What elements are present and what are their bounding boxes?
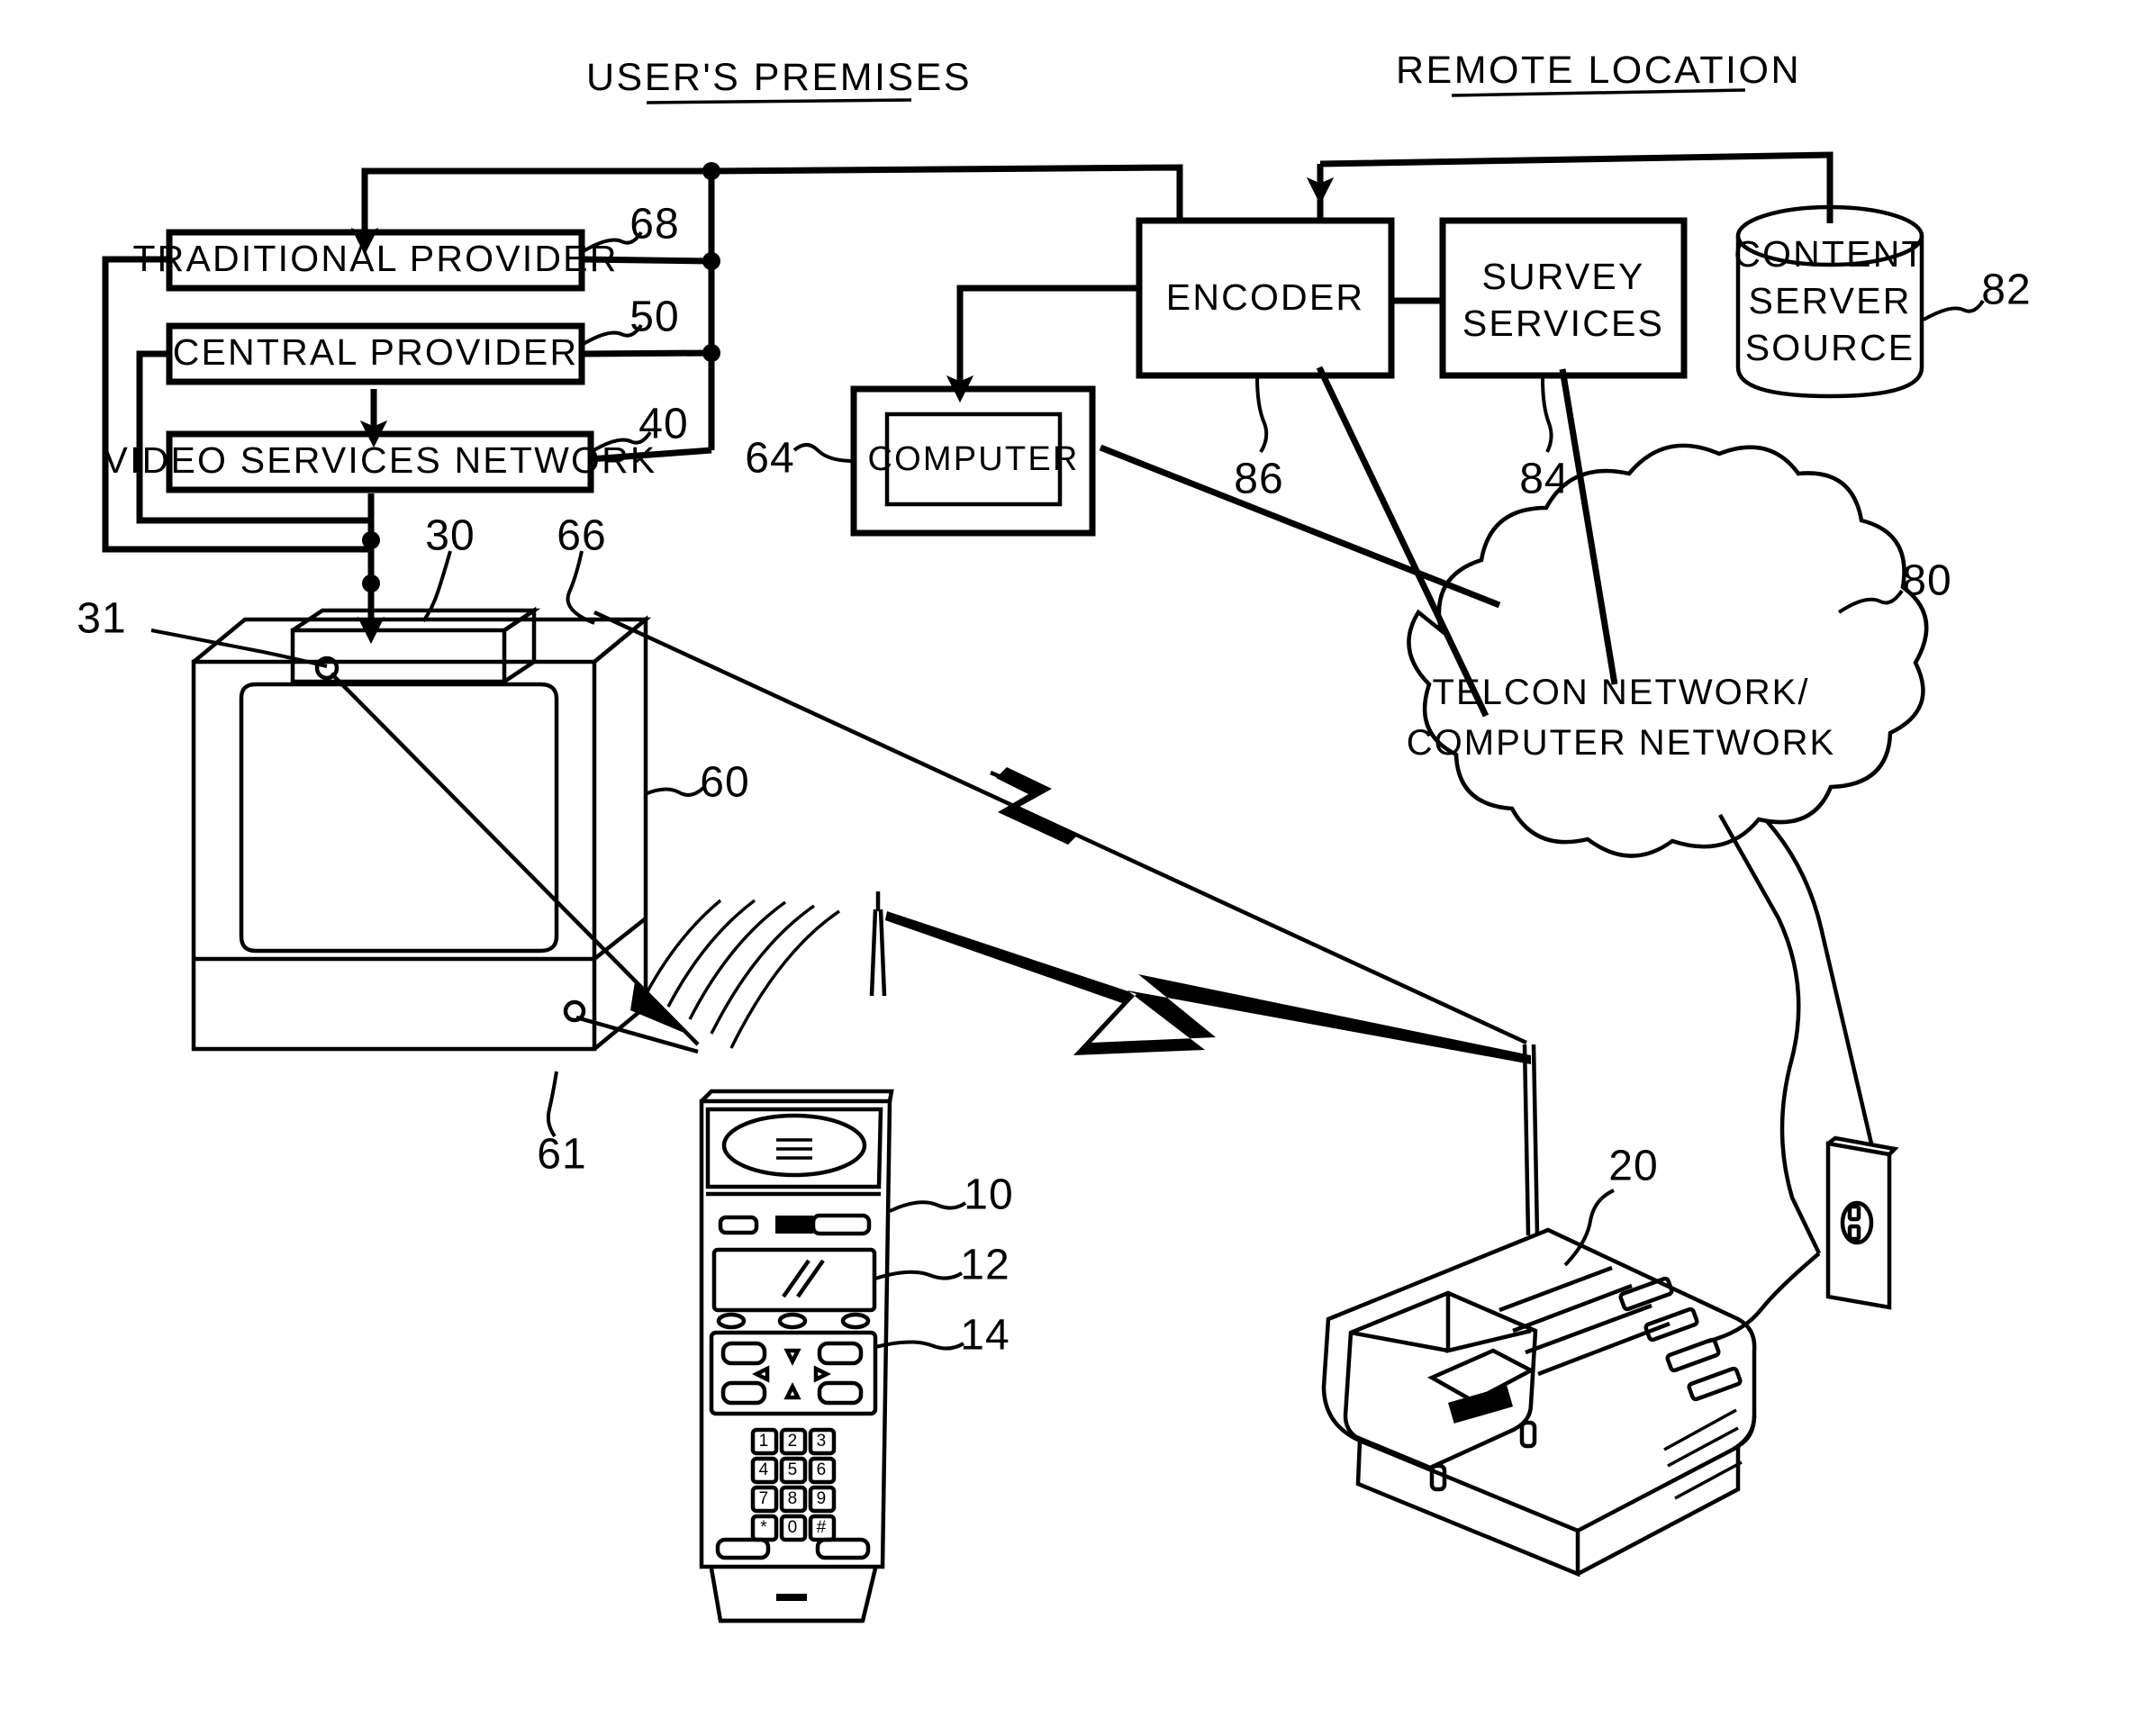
content-server-label-line1: CONTENT: [1734, 233, 1926, 275]
ref-30: 30: [425, 512, 475, 560]
key-5: 5: [788, 1460, 800, 1479]
ref-80: 80: [1902, 557, 1951, 605]
ref-61: 61: [537, 1131, 586, 1179]
key-4: 4: [759, 1460, 771, 1479]
ref-50: 50: [629, 294, 679, 341]
ref-14: 14: [960, 1312, 1010, 1360]
ref-60: 60: [700, 759, 749, 807]
patent-figure: USER'S PREMISES REMOTE LOCATION TRADITIO…: [0, 0, 2155, 1736]
survey-services-label-line2: SERVICES: [1462, 303, 1664, 344]
ref-12: 12: [960, 1242, 1010, 1289]
encoder-label: ENCODER: [1166, 276, 1364, 318]
key-7: 7: [759, 1489, 771, 1508]
header-remote-location: REMOTE LOCATION: [1396, 49, 1801, 92]
television-device: [191, 606, 700, 1054]
header-users-premises-underline: [646, 98, 912, 104]
content-server-label-line3: SOURCE: [1745, 327, 1915, 368]
content-server-label-line2: SERVER: [1748, 280, 1911, 321]
ref-40: 40: [638, 401, 688, 448]
ref-84: 84: [1519, 456, 1569, 503]
telcon-network-cloud: [1407, 443, 1929, 858]
key-3: 3: [817, 1432, 828, 1451]
handset-device: [699, 891, 967, 1623]
header-users-premises: USER'S PREMISES: [586, 56, 972, 99]
ref-68: 68: [629, 201, 679, 249]
ref-82: 82: [1981, 267, 2031, 314]
ref-86: 86: [1234, 456, 1283, 503]
ref-66: 66: [557, 512, 606, 560]
ref-64: 64: [745, 435, 794, 483]
handset-keypad-digits: 1 2 3 4 5 6 7 8 9 * 0 #: [759, 1432, 828, 1537]
traditional-provider-label: TRADITIONAL PROVIDER: [132, 238, 618, 279]
ref-10: 10: [964, 1171, 1013, 1219]
key-6: 6: [817, 1460, 828, 1479]
wireless-link-lower: [885, 911, 1531, 1064]
key-0: 0: [788, 1518, 800, 1537]
key-9: 9: [817, 1489, 828, 1508]
base-station-device: [1321, 1044, 1757, 1578]
central-provider-label: CENTRAL PROVIDER: [173, 331, 579, 373]
figure-canvas: USER'S PREMISES REMOTE LOCATION TRADITIO…: [77, 49, 2031, 1623]
key-hash: #: [817, 1518, 828, 1537]
computer-label: COMPUTER: [867, 440, 1079, 478]
key-8: 8: [788, 1489, 800, 1508]
ref-31: 31: [77, 595, 126, 643]
ref-20: 20: [1608, 1143, 1658, 1190]
key-star: *: [760, 1518, 769, 1537]
video-services-network-label: VIDEO SERVICES NETWORK: [104, 439, 657, 481]
key-1: 1: [759, 1432, 771, 1451]
telcon-network-label-line2: COMPUTER NETWORK: [1407, 723, 1835, 763]
telcon-network-label-line1: TELCON NETWORK/: [1433, 673, 1810, 712]
key-2: 2: [788, 1432, 800, 1451]
wall-outlet: [1765, 819, 1899, 1310]
survey-services-label-line1: SURVEY: [1481, 256, 1644, 297]
survey-services-box: [1439, 217, 1688, 379]
